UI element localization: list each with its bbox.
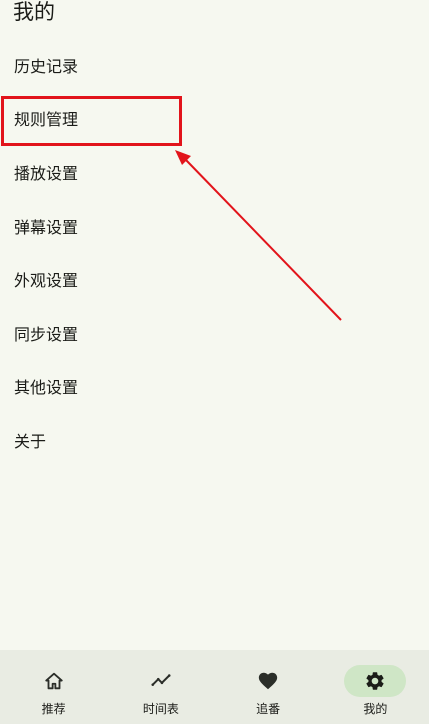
menu-item-about[interactable]: 关于: [0, 413, 429, 467]
nav-label-schedule: 时间表: [142, 702, 179, 716]
settings-menu: 历史记录 规则管理 播放设置 弹幕设置 外观设置 同步设置 其他设置 关于: [0, 38, 429, 467]
nav-tab-mine[interactable]: 我的: [322, 650, 429, 724]
nav-tab-following[interactable]: 追番: [215, 650, 322, 724]
menu-item-history[interactable]: 历史记录: [0, 38, 429, 92]
nav-label-recommend: 推荐: [41, 702, 66, 716]
nav-label-mine: 我的: [363, 702, 388, 716]
menu-item-playback-settings[interactable]: 播放设置: [0, 145, 429, 199]
menu-item-danmaku-settings[interactable]: 弹幕设置: [0, 199, 429, 253]
menu-item-other-settings[interactable]: 其他设置: [0, 360, 429, 414]
bottom-navigation: 推荐 时间表 追番 我的: [0, 650, 429, 724]
nav-tab-schedule[interactable]: 时间表: [107, 650, 214, 724]
menu-item-sync-settings[interactable]: 同步设置: [0, 306, 429, 360]
menu-item-appearance-settings[interactable]: 外观设置: [0, 252, 429, 306]
trend-line-icon: [130, 665, 192, 697]
page-title: 我的: [13, 0, 55, 24]
menu-item-rules[interactable]: 规则管理: [0, 92, 429, 146]
home-icon: [23, 665, 85, 697]
nav-label-following: 追番: [256, 702, 281, 716]
gear-icon: [344, 665, 407, 697]
nav-tab-recommend[interactable]: 推荐: [0, 650, 107, 724]
heart-icon: [237, 665, 299, 697]
